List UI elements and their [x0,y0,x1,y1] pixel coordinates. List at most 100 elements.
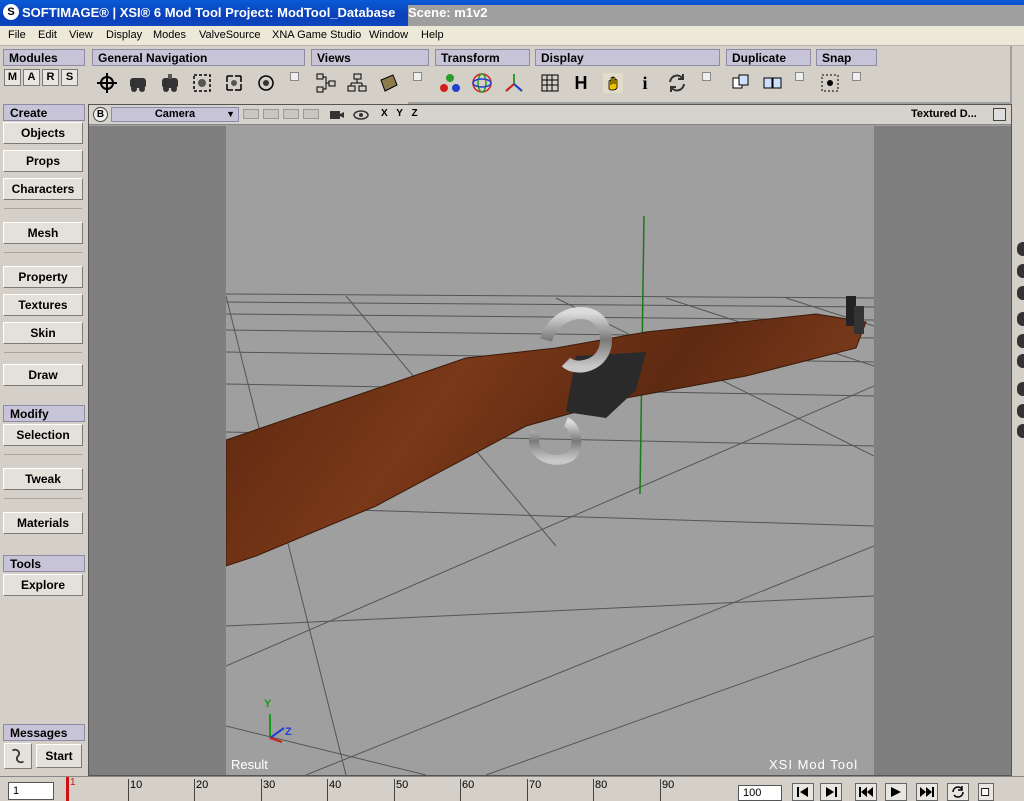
module-r-button[interactable]: R [42,69,59,86]
menu-view[interactable]: View [69,29,93,41]
module-s-button[interactable]: S [61,69,78,86]
views-options-icon[interactable] [413,72,422,81]
messages-section-label: Messages [3,724,85,741]
viewport-b-button[interactable]: B [93,107,108,122]
memo-slot[interactable] [303,109,319,119]
objects-button[interactable]: Objects [3,122,83,144]
panel-tab[interactable] [1017,424,1024,438]
go-to-start-icon[interactable] [855,783,877,801]
menu-xna-game-studio[interactable]: XNA Game Studio [272,29,361,41]
hide-button[interactable]: H [568,70,594,96]
snap-icon[interactable] [817,70,843,96]
menu-edit[interactable]: Edit [38,29,57,41]
chevron-down-icon: ▼ [226,109,235,119]
memo-slot[interactable] [263,109,279,119]
play-icon[interactable] [885,783,907,801]
translate-icon[interactable] [501,70,527,96]
tick [194,779,195,801]
panel-tab[interactable] [1017,312,1024,326]
go-to-end-icon[interactable] [916,783,938,801]
frame-selection-icon[interactable] [189,70,215,96]
duplicate-options-icon[interactable] [795,72,804,81]
module-m-button[interactable]: M [4,69,21,86]
panel-tab[interactable] [1017,404,1024,418]
selection-button[interactable]: Selection [3,424,83,446]
snap-options-icon[interactable] [852,72,861,81]
playhead-marker[interactable] [66,777,69,801]
clone-icon[interactable] [760,70,786,96]
menu-file[interactable]: File [8,29,26,41]
menu-bar: File Edit View Display Modes ValveSource… [0,26,1024,46]
start-button[interactable]: Start [36,744,82,768]
navigate-icon[interactable] [94,70,120,96]
refresh-icon[interactable] [664,70,690,96]
xyz-toggle[interactable]: X Y Z [381,108,421,119]
dolly-icon[interactable] [157,70,183,96]
muzzle [854,306,864,334]
textures-button[interactable]: Textures [3,294,83,316]
menu-help[interactable]: Help [421,29,444,41]
previous-frame-icon[interactable] [792,783,814,801]
playhead-frame-label: 1 [70,777,76,788]
camera-icon[interactable] [329,108,345,125]
eye-icon[interactable] [353,108,369,125]
menu-display[interactable]: Display [106,29,142,41]
tweak-button[interactable]: Tweak [3,468,83,490]
explorer-icon[interactable] [344,70,370,96]
menu-valvesource[interactable]: ValveSource [199,29,261,41]
module-a-button[interactable]: A [23,69,40,86]
duplicate-icon[interactable] [728,70,754,96]
memo-slot[interactable] [243,109,259,119]
display-options-icon[interactable] [702,72,711,81]
scale-icon[interactable] [437,70,463,96]
playback-options-icon[interactable] [978,783,994,801]
grid-icon[interactable] [537,70,563,96]
rotate-icon[interactable] [469,70,495,96]
current-frame-field[interactable]: 1 [8,782,54,800]
skin-button[interactable]: Skin [3,322,83,344]
property-button[interactable]: Property [3,266,83,288]
mesh-button[interactable]: Mesh [3,222,83,244]
loop-icon[interactable] [947,783,969,801]
props-button[interactable]: Props [3,150,83,172]
script-editor-icon[interactable] [4,743,32,769]
timeline-ruler[interactable]: 1 10 20 30 40 50 60 70 80 90 [62,777,734,801]
tick [327,779,328,801]
panel-tab[interactable] [1017,382,1024,396]
panel-tab[interactable] [1017,264,1024,278]
group-snap: Snap [816,49,877,66]
scene-render[interactable]: Y Z [225,126,875,776]
result-label: Result [231,757,268,772]
end-frame-field[interactable]: 100 [738,785,782,801]
memo-slot[interactable] [283,109,299,119]
panel-tab[interactable] [1017,242,1024,256]
panel-tab[interactable] [1017,286,1024,300]
nav-options-icon[interactable] [290,72,299,81]
menu-window[interactable]: Window [369,29,408,41]
materials-button[interactable]: Materials [3,512,83,534]
reset-camera-icon[interactable] [253,70,279,96]
info-button[interactable]: i [632,70,658,96]
pan-icon[interactable] [125,70,151,96]
visibility-hand-icon[interactable] [600,70,626,96]
menu-modes[interactable]: Modes [153,29,186,41]
tick-label: 40 [329,779,342,791]
viewport[interactable]: B Camera ▼ X Y Z Textured D... Y Z Resul… [88,104,1012,776]
panel-tab[interactable] [1017,334,1024,348]
modify-section-label: Modify [3,405,85,422]
draw-button[interactable]: Draw [3,364,83,386]
camera-dropdown-label: Camera [154,108,196,120]
explore-button[interactable]: Explore [3,574,83,596]
next-frame-icon[interactable] [820,783,842,801]
panel-tab[interactable] [1017,354,1024,368]
create-section-label: Create [3,104,85,121]
maximize-viewport-icon[interactable] [993,108,1006,121]
characters-button[interactable]: Characters [3,178,83,200]
texture-editor-icon[interactable] [376,70,402,96]
frame-all-icon[interactable] [221,70,247,96]
display-mode-dropdown[interactable]: Textured D... [911,108,977,120]
tick-label: 10 [130,779,143,791]
camera-dropdown[interactable]: Camera ▼ [111,107,239,122]
schematic-icon[interactable] [313,70,339,96]
tick [593,779,594,801]
